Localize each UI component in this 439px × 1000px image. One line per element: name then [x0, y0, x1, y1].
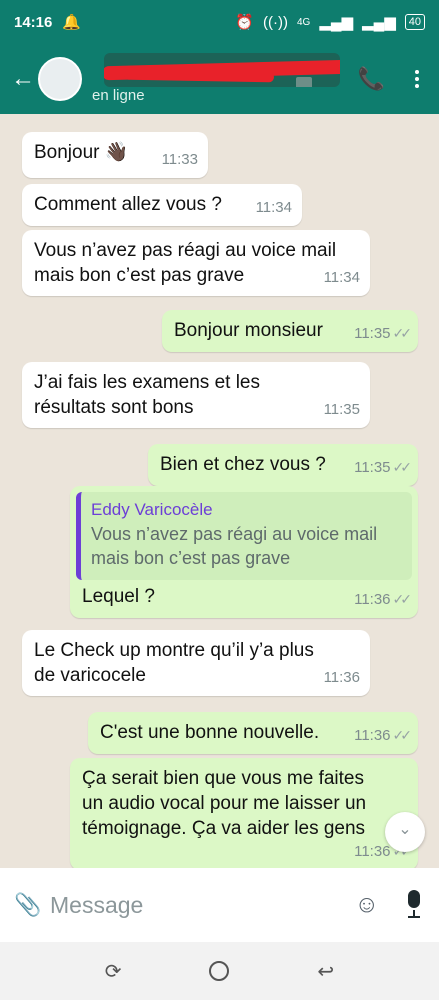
message-outgoing[interactable]: C'est une bonne nouvelle. 11:36 ✓✓	[88, 712, 418, 754]
message-text: Lequel ?	[82, 586, 155, 607]
contact-name-redacted	[104, 53, 340, 87]
message-line: mais bon c’est pas grave	[34, 265, 245, 286]
message-line: Le Check up montre qu’il y’a plus	[34, 640, 314, 661]
message-incoming[interactable]: J’ai fais les examens et les résultats s…	[22, 362, 370, 428]
home-icon	[209, 961, 230, 981]
paperclip-icon[interactable]: 📎	[14, 892, 41, 918]
message-line: témoignage. Ça va aider les gens	[82, 818, 366, 839]
message-incoming[interactable]: Le Check up montre qu’il y’a plus de var…	[22, 630, 370, 696]
redaction-mark-2	[123, 69, 275, 83]
message-outgoing[interactable]: Bonjour monsieur 11:35 ✓✓	[162, 310, 418, 352]
message-time: 11:34	[323, 269, 360, 286]
message-text: Comment allez vous ?	[34, 194, 222, 215]
message-line: Ça serait bien que vous me faites	[82, 768, 364, 789]
contact-info[interactable]: en ligne	[92, 51, 340, 107]
message-incoming[interactable]: Comment allez vous ? 11:34	[22, 184, 302, 226]
signal-icon-2: ▂▄▆	[362, 14, 396, 31]
emoji-icon[interactable]: ☺	[354, 891, 379, 919]
avatar[interactable]	[38, 57, 82, 101]
message-time: 11:36	[323, 669, 360, 686]
message-text: Bien et chez vous ?	[160, 454, 326, 475]
nav-back-icon[interactable]: ↩	[311, 956, 341, 986]
message-line: de varicocele	[34, 665, 146, 686]
message-text: Bonjour 👋🏿	[34, 142, 129, 163]
status-time: 14:16	[14, 13, 53, 31]
status-icons: ⏰ ((·)) 4G ▂▄▆ ▂▄▆ 40	[235, 13, 425, 31]
hotspot-icon: ((·))	[263, 13, 288, 31]
quote-author: Eddy Varicocèle	[91, 500, 213, 519]
bell-icon: 🔔	[62, 14, 82, 31]
quoted-message[interactable]: Eddy Varicocèle Vous n’avez pas réagi au…	[76, 492, 412, 580]
message-time: 11:33	[161, 151, 198, 168]
message-line: un audio vocal pour me laisser un	[82, 793, 367, 814]
message-line: Vous n’avez pas réagi au voice mail	[34, 240, 337, 261]
chat-header: ← en ligne 📞	[0, 44, 439, 114]
double-check-icon: ✓✓	[392, 459, 413, 475]
message-text: C'est une bonne nouvelle.	[100, 722, 320, 743]
chat-area[interactable]: Bonjour 👋🏿 11:33 Comment allez vous ? 11…	[0, 114, 439, 868]
message-incoming[interactable]: Vous n’avez pas réagi au voice mail mais…	[22, 230, 370, 296]
message-incoming[interactable]: Bonjour 👋🏿 11:33	[22, 132, 208, 178]
signal-icon: ▂▄▆	[319, 14, 354, 31]
message-time: 11:34	[255, 199, 292, 216]
message-text: Bonjour monsieur	[174, 320, 323, 341]
double-check-icon: ✓✓	[392, 325, 413, 341]
system-nav-bar: ⟳ ↩	[0, 942, 439, 1000]
message-time: 11:36✓✓	[354, 727, 413, 744]
status-indicator	[296, 77, 312, 87]
double-check-icon: ✓✓	[392, 591, 413, 607]
microphone-icon[interactable]	[403, 890, 425, 920]
recents-icon[interactable]: ⟳	[98, 956, 128, 986]
status-bar: 14:16 🔔 ⏰ ((·)) 4G ▂▄▆ ▂▄▆ 40	[0, 0, 439, 44]
double-check-icon: ✓✓	[392, 727, 413, 743]
network-type-label: 4G	[297, 16, 311, 28]
battery-icon: 40	[404, 14, 425, 30]
message-time: 11:35	[323, 401, 360, 418]
chevron-double-down-icon: ⌄	[398, 821, 412, 838]
message-input[interactable]: Message	[50, 892, 354, 919]
kebab-icon[interactable]	[415, 70, 419, 88]
alarm-icon: ⏰	[235, 14, 255, 31]
message-line: J’ai fais les examens et les	[34, 372, 260, 393]
message-time: 11:36✓✓	[354, 591, 413, 608]
quote-line: Vous n’avez pas réagi au voice mail	[91, 524, 378, 544]
message-outgoing[interactable]: Ça serait bien que vous me faites un aud…	[70, 758, 418, 868]
message-outgoing-reply[interactable]: Eddy Varicocèle Vous n’avez pas réagi au…	[70, 486, 418, 618]
phone-icon[interactable]: 📞	[358, 66, 385, 92]
message-time: 11:35 ✓✓	[354, 459, 413, 476]
header-actions: 📞	[358, 66, 419, 92]
message-outgoing[interactable]: Bien et chez vous ? 11:35 ✓✓	[148, 444, 418, 486]
quote-line: mais bon c’est pas grave	[91, 548, 291, 568]
message-time: 11:35 ✓✓	[354, 325, 413, 342]
scroll-down-button[interactable]: ⌄	[385, 812, 425, 852]
home-button[interactable]	[204, 956, 234, 986]
arrow-left-icon: ←	[11, 65, 35, 92]
message-line: résultats sont bons	[34, 397, 194, 418]
back-button[interactable]: ←	[6, 65, 40, 93]
message-input-bar: 📎 Message ☺	[0, 868, 439, 942]
contact-status: en ligne	[92, 87, 145, 104]
